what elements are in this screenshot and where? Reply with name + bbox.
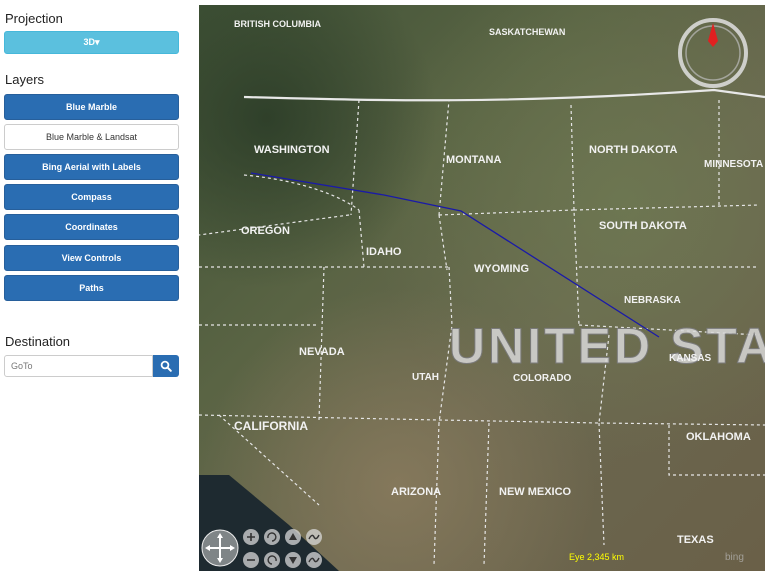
- destination-title: Destination: [5, 334, 71, 349]
- label-oregon: OREGON: [241, 225, 290, 237]
- layer-view-controls-button[interactable]: View Controls: [4, 245, 179, 271]
- label-minnesota: MINNESOTA: [704, 159, 763, 170]
- label-oklahoma: OKLAHOMA: [686, 431, 751, 443]
- label-north-dakota: NORTH DAKOTA: [589, 144, 677, 156]
- goto-input[interactable]: [4, 355, 153, 377]
- label-saskatchewan: SASKATCHEWAN: [489, 27, 565, 37]
- search-icon: [160, 360, 172, 372]
- rotate-left-icon[interactable]: [264, 529, 280, 545]
- label-texas: TEXAS: [677, 534, 714, 546]
- label-new-mexico: NEW MEXICO: [499, 486, 572, 498]
- label-utah: UTAH: [412, 372, 439, 383]
- label-montana: MONTANA: [446, 154, 501, 166]
- layer-blue-marble-button[interactable]: Blue Marble: [4, 94, 179, 120]
- projection-title: Projection: [5, 11, 63, 26]
- label-nebraska: NEBRASKA: [624, 295, 681, 306]
- sidebar: Projection 3D▾ Layers Blue Marble Blue M…: [0, 0, 190, 576]
- label-united-states: UNITED STA: [449, 318, 765, 374]
- globe-map-view[interactable]: BRITISH COLUMBIA SASKATCHEWAN WASHINGTON…: [198, 5, 769, 571]
- bing-logo: bing: [725, 552, 744, 563]
- layer-coordinates-button[interactable]: Coordinates: [4, 214, 179, 240]
- layer-paths-button[interactable]: Paths: [4, 275, 179, 301]
- label-colorado: COLORADO: [513, 373, 572, 384]
- layer-compass-button[interactable]: Compass: [4, 184, 179, 210]
- label-arizona: ARIZONA: [391, 486, 441, 498]
- label-british-columbia: BRITISH COLUMBIA: [234, 19, 321, 29]
- label-washington: WASHINGTON: [254, 144, 330, 156]
- eye-altitude-readout: Eye 2,345 km: [569, 552, 624, 562]
- rotate-right-icon[interactable]: [264, 552, 280, 568]
- label-idaho: IDAHO: [366, 246, 402, 258]
- label-kansas: KANSAS: [669, 353, 712, 364]
- label-nevada: NEVADA: [299, 346, 345, 358]
- layers-title: Layers: [5, 72, 45, 87]
- label-wyoming: WYOMING: [474, 263, 529, 275]
- goto-search-button[interactable]: [153, 355, 179, 377]
- layer-bing-aerial-labels-button[interactable]: Bing Aerial with Labels: [4, 154, 179, 180]
- label-california: CALIFORNIA: [234, 419, 308, 433]
- label-south-dakota: SOUTH DAKOTA: [599, 220, 687, 232]
- layer-blue-marble-landsat-button[interactable]: Blue Marble & Landsat: [4, 124, 179, 150]
- projection-dropdown-button[interactable]: 3D▾: [4, 31, 179, 54]
